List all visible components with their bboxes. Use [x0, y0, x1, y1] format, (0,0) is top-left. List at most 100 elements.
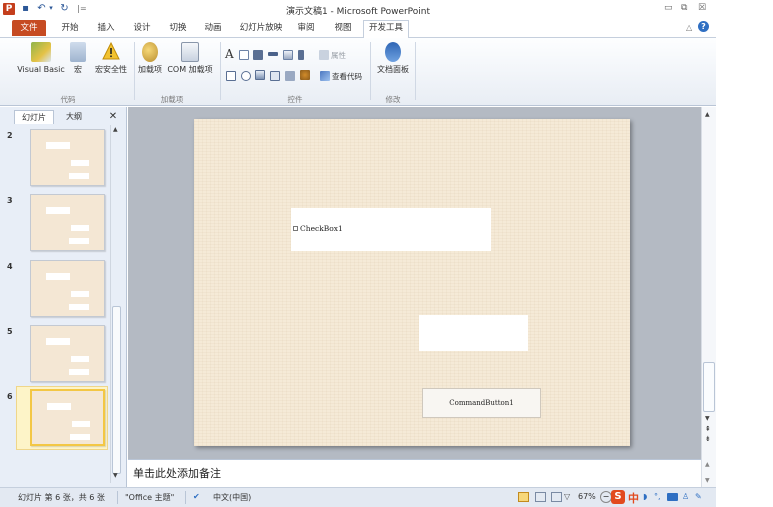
textbox-control[interactable]	[419, 315, 528, 351]
thumb-shape	[69, 238, 89, 244]
slide-canvas[interactable]: CheckBox1 CommandButton1	[194, 119, 630, 446]
visual-basic-button[interactable]: Visual Basic	[17, 42, 65, 75]
ime-user-icon[interactable]: ♙	[682, 492, 689, 501]
ime-mode-chinese[interactable]: 中	[628, 490, 639, 506]
ime-keyboard-icon[interactable]	[667, 493, 678, 501]
window-title: 演示文稿1 - Microsoft PowerPoint	[285, 7, 431, 17]
minimize-ribbon-icon[interactable]: △	[686, 23, 692, 32]
tab-slideshow[interactable]: 幻灯片放映	[237, 21, 285, 38]
group-label-addins: 加载项	[160, 95, 184, 104]
slide-thumbnail[interactable]	[30, 129, 105, 186]
scroll-down-icon[interactable]: ▼	[113, 472, 118, 479]
command-button-control[interactable]: CommandButton1	[422, 388, 541, 418]
scroll-up-icon[interactable]: ▲	[705, 111, 710, 118]
slide-number: 4	[7, 262, 13, 271]
editor-vertical-scrollbar[interactable]: ▲ ▼ ⇞ ⇟ ▲ ▼	[701, 107, 716, 487]
thumb-shape	[69, 304, 89, 310]
slide-sorter-icon[interactable]	[535, 492, 546, 502]
help-icon[interactable]: ?	[698, 21, 709, 32]
textbox-control-icon[interactable]	[239, 50, 249, 60]
slide-thumbnail[interactable]	[30, 260, 105, 317]
previous-slide-icon[interactable]: ⇞	[705, 425, 711, 433]
visual-basic-icon	[31, 42, 51, 62]
tab-view[interactable]: 视图	[330, 21, 356, 38]
tab-insert[interactable]: 插入	[93, 21, 119, 38]
more-controls-icon[interactable]	[300, 70, 310, 80]
thumb-shape	[71, 160, 89, 166]
ime-tools-icon[interactable]: ✎	[695, 492, 702, 501]
properties-button[interactable]: 属性	[331, 50, 346, 61]
image-control-icon[interactable]	[283, 50, 293, 60]
ime-punctuation-icon[interactable]: °,	[654, 492, 661, 501]
view-code-button[interactable]: 查看代码	[332, 71, 362, 82]
command-button-control-icon[interactable]	[285, 71, 295, 81]
document-panel-button[interactable]: 文档面板	[374, 42, 412, 75]
com-addins-button[interactable]: COM 加载项	[165, 42, 215, 75]
spell-check-icon[interactable]: ✔	[193, 492, 200, 501]
next-slide-icon[interactable]: ⇟	[705, 435, 711, 443]
spinbutton-control-icon[interactable]	[298, 50, 304, 60]
toggle-control-icon[interactable]	[270, 71, 280, 81]
thumb-shape	[72, 421, 90, 427]
view-code-icon[interactable]	[320, 71, 330, 81]
restore-icon[interactable]: ⧉	[681, 3, 687, 13]
thumb-shape	[46, 207, 70, 214]
scroll-down-icon[interactable]: ▼	[705, 415, 710, 422]
label-control-icon[interactable]: A	[225, 47, 234, 61]
scroll-up-icon[interactable]: ▲	[113, 126, 118, 133]
zoom-level[interactable]: 67%	[578, 492, 596, 501]
slideshow-icon[interactable]: ▽	[564, 492, 570, 501]
scroll-thumb[interactable]	[112, 306, 121, 474]
thumb-shape	[71, 356, 89, 362]
group-label-modify: 修改	[385, 95, 401, 104]
notes-pane[interactable]: 单击此处添加备注	[128, 459, 701, 487]
visual-basic-label: Visual Basic	[17, 65, 65, 74]
macro-security-label: 宏安全性	[95, 65, 127, 74]
ime-logo-icon[interactable]: S	[611, 490, 625, 504]
combobox-control-icon[interactable]	[253, 50, 263, 60]
radio-control-icon[interactable]	[241, 71, 251, 81]
tab-transitions[interactable]: 切换	[165, 21, 191, 38]
language-indicator[interactable]: 中文(中国)	[213, 492, 251, 503]
notes-scroll-down-icon[interactable]: ▼	[705, 477, 710, 484]
slide-thumbnail[interactable]	[30, 325, 105, 382]
tab-animations[interactable]: 动画	[200, 21, 226, 38]
ime-moon-icon[interactable]: ◗	[643, 492, 647, 501]
gear-icon	[142, 42, 158, 62]
checkbox-label: CheckBox1	[300, 224, 343, 233]
reading-view-icon[interactable]	[551, 492, 562, 502]
checkbox-control[interactable]: CheckBox1	[291, 208, 491, 251]
minimize-icon[interactable]: ▭	[664, 3, 673, 13]
slide-thumbnail-active[interactable]	[30, 389, 105, 446]
com-addins-icon	[181, 42, 199, 62]
listbox-control-icon[interactable]	[255, 70, 265, 80]
close-panel-icon[interactable]: ✕	[106, 110, 120, 124]
divider	[110, 125, 111, 483]
theme-name[interactable]: "Office 主题"	[125, 492, 174, 503]
slide-number: 5	[7, 327, 13, 336]
tab-developer[interactable]: 开发工具	[363, 20, 409, 39]
tab-slides[interactable]: 幻灯片	[14, 110, 54, 124]
tab-design[interactable]: 设计	[129, 21, 155, 38]
properties-icon[interactable]	[319, 50, 329, 60]
macro-button[interactable]: 宏	[68, 42, 88, 75]
slide-thumbnail[interactable]	[30, 194, 105, 251]
checkbox-control-icon[interactable]	[226, 71, 236, 81]
thumbnail-scrollbar[interactable]: ▲ ▼	[112, 126, 121, 481]
addins-label: 加载项	[138, 65, 162, 74]
addins-button[interactable]: 加载项	[136, 42, 164, 75]
tab-outline[interactable]: 大纲	[56, 110, 92, 124]
tab-home[interactable]: 开始	[57, 21, 83, 38]
thumb-shape	[46, 273, 70, 280]
scroll-thumb[interactable]	[703, 362, 715, 412]
divider	[185, 491, 186, 504]
status-bar: 幻灯片 第 6 张，共 6 张 "Office 主题" ✔ 中文(中国) ▽ 6…	[0, 487, 716, 507]
checkbox-square-icon[interactable]	[293, 226, 298, 231]
scrollbar-control-icon[interactable]	[268, 52, 278, 56]
tab-file[interactable]: 文件	[12, 20, 46, 36]
tab-review[interactable]: 审阅	[293, 21, 319, 38]
macro-security-button[interactable]: 宏安全性	[93, 41, 129, 75]
normal-view-icon[interactable]	[518, 492, 529, 502]
notes-scroll-up-icon[interactable]: ▲	[705, 461, 710, 468]
close-icon[interactable]: ☒	[698, 3, 706, 13]
